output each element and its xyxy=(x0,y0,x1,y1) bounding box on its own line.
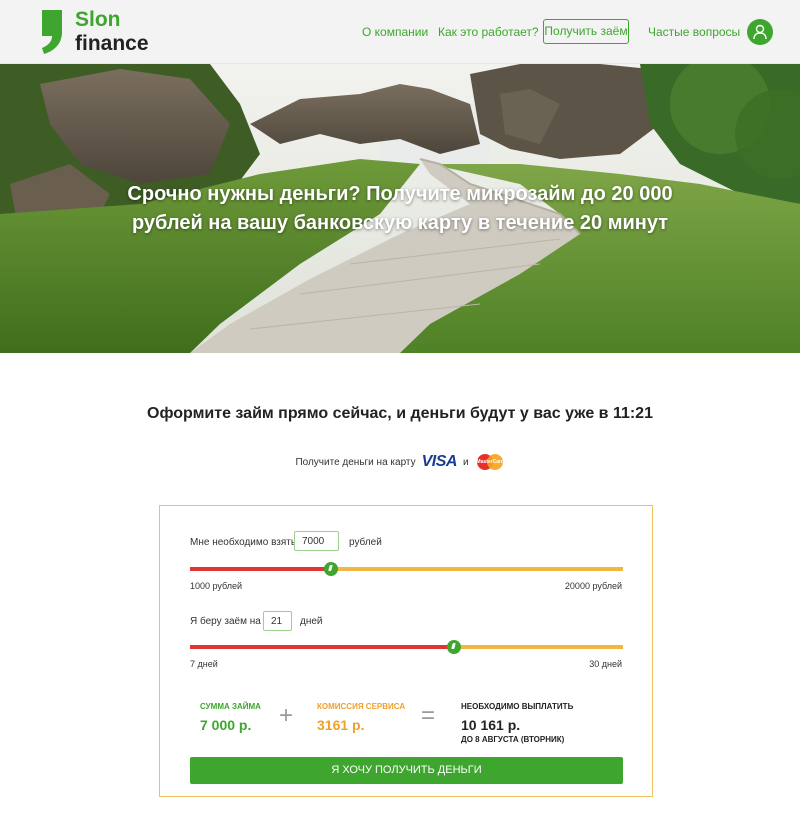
cards-text: Получите деньги на карту xyxy=(295,456,416,468)
logo-mark-icon xyxy=(42,10,62,54)
logo[interactable]: Slon finance xyxy=(40,7,180,57)
loan-sum-value: 7 000 р. xyxy=(200,717,252,733)
term-label: Я беру заём на xyxy=(190,616,261,627)
plus-sign: + xyxy=(279,702,294,729)
nav-about-link[interactable]: О компании xyxy=(362,25,428,39)
amount-max: 20000 рублей xyxy=(564,581,622,591)
page-subtitle: Оформите займ прямо сейчас, и деньги буд… xyxy=(147,405,653,422)
logo-text-finance: finance xyxy=(75,32,149,55)
term-max: 30 дней xyxy=(589,659,622,669)
nav-how-link[interactable]: Как это работает? xyxy=(438,25,539,39)
total-caption: НЕОБХОДИМО ВЫПЛАТИТЬ xyxy=(461,702,574,711)
amount-unit: рублей xyxy=(349,537,382,548)
cards-and: и xyxy=(462,456,469,468)
amount-slider-rest xyxy=(335,567,623,571)
user-button[interactable] xyxy=(747,19,773,45)
user-icon xyxy=(753,24,767,40)
term-slider[interactable] xyxy=(190,640,623,654)
term-unit: дней xyxy=(300,616,323,627)
amount-label: Мне необходимо взять xyxy=(190,537,297,548)
term-min: 7 дней xyxy=(190,659,218,669)
term-input[interactable] xyxy=(263,611,292,631)
fee-value: 3161 р. xyxy=(317,717,365,733)
amount-slider-fill xyxy=(190,567,327,571)
hero-banner: Срочно нужны деньги? Получите микрозайм … xyxy=(0,64,800,353)
due-date: ДО 8 АВГУСТА (ВТОРНИК) xyxy=(461,735,565,744)
header: Slon finance О компании Как это работает… xyxy=(0,0,800,64)
amount-slider[interactable] xyxy=(190,562,623,576)
hero-title: Срочно нужны деньги? Получите микрозайм … xyxy=(127,183,673,234)
get-money-button[interactable]: Я ХОЧУ ПОЛУЧИТЬ ДЕНЬГИ xyxy=(190,757,623,784)
get-loan-button[interactable]: Получить заём xyxy=(543,19,629,44)
visa-logo: VISA xyxy=(421,453,458,470)
mastercard-label: MasterCard xyxy=(476,459,505,465)
logo-text-slon: Slon xyxy=(75,8,121,31)
term-slider-rest xyxy=(458,645,623,649)
term-slider-fill xyxy=(190,645,450,649)
amount-slider-handle[interactable] xyxy=(324,562,338,576)
payment-cards-row: Получите деньги на карту VISA и MasterCa… xyxy=(0,452,800,472)
loan-sum-caption: СУММА ЗАЙМА xyxy=(200,702,261,711)
fee-caption: КОМИССИЯ СЕРВИСА xyxy=(317,702,406,711)
term-slider-handle[interactable] xyxy=(447,640,461,654)
amount-min: 1000 рублей xyxy=(190,581,243,591)
loan-calculator: Мне необходимо взять рублей 1000 рублей … xyxy=(159,505,653,797)
mastercard-logo-icon: MasterCard xyxy=(475,453,505,471)
total-value: 10 161 р. xyxy=(461,717,521,733)
amount-input[interactable] xyxy=(294,531,339,551)
equals-sign: = xyxy=(421,702,436,729)
nav-faq-link[interactable]: Частые вопросы xyxy=(648,25,740,39)
